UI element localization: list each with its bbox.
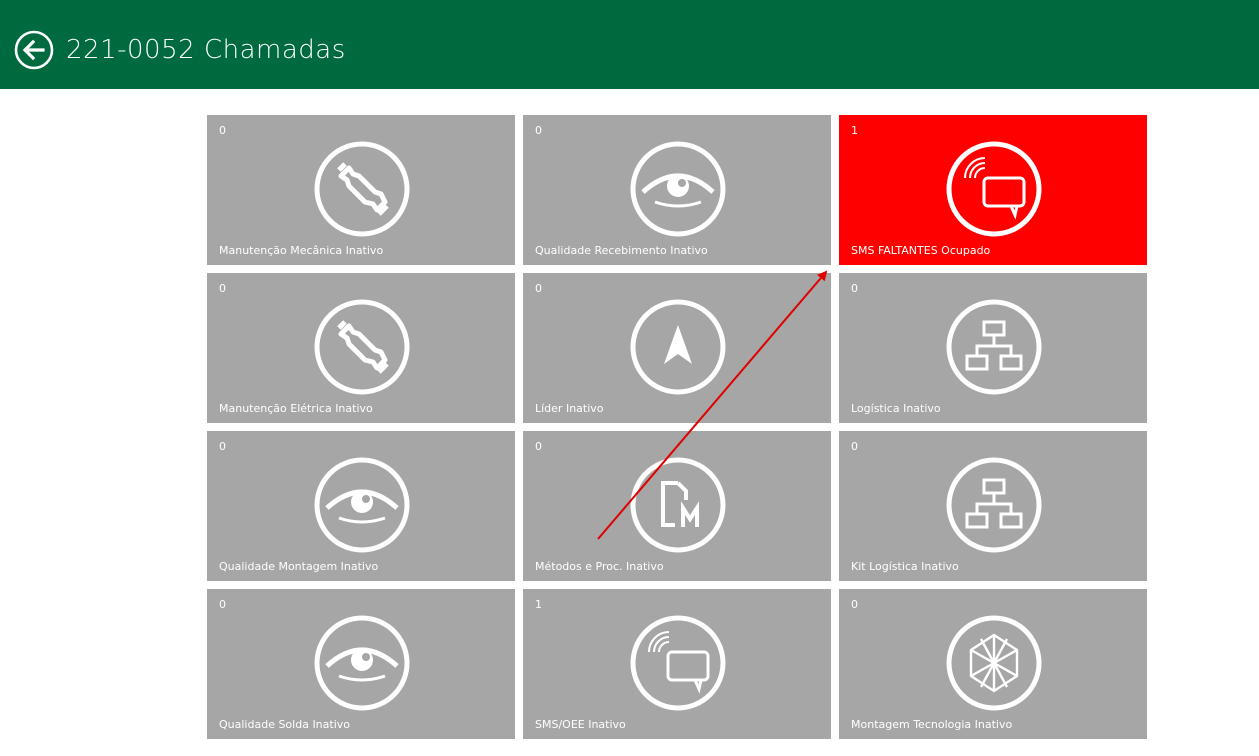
tile-count: 0	[219, 598, 226, 611]
network-star-icon	[945, 614, 1043, 712]
navigation-arrow-icon	[629, 298, 727, 396]
tile-label: Líder Inativo	[535, 402, 604, 415]
wrench-icon	[313, 298, 411, 396]
tile-label: Manutenção Mecânica Inativo	[219, 244, 384, 257]
tile-count: 0	[219, 440, 226, 453]
tile-label: Qualidade Montagem Inativo	[219, 560, 379, 573]
tile-label: Qualidade Solda Inativo	[219, 718, 351, 731]
tile-qualidade-recebimento[interactable]: 0 Qualidade Recebimento Inativo	[523, 115, 831, 265]
tile-label: Qualidade Recebimento Inativo	[535, 244, 708, 257]
tile-qualidade-solda[interactable]: 0 Qualidade Solda Inativo	[207, 589, 515, 739]
tile-montagem-tecnologia[interactable]: 0 Montagem Tecnologia Inativo	[839, 589, 1147, 739]
tile-count: 0	[219, 124, 226, 137]
chat-signal-icon	[945, 140, 1043, 238]
tile-count: 0	[219, 282, 226, 295]
app-header: 221-0052 Chamadas	[0, 0, 1259, 89]
tile-label: Montagem Tecnologia Inativo	[851, 718, 1013, 731]
wrench-icon	[313, 140, 411, 238]
tile-metodos-proc[interactable]: 0 Métodos e Proc. Inativo	[523, 431, 831, 581]
tile-count: 1	[535, 598, 542, 611]
tile-sms-faltantes[interactable]: 1 SMS FALTANTES Ocupado	[839, 115, 1147, 265]
tile-label: SMS FALTANTES Ocupado	[851, 244, 991, 257]
tile-sms-oee[interactable]: 1 SMS/OEE Inativo	[523, 589, 831, 739]
tile-label: SMS/OEE Inativo	[535, 718, 626, 731]
tile-kit-logistica[interactable]: 0 Kit Logística Inativo	[839, 431, 1147, 581]
tile-label: Métodos e Proc. Inativo	[535, 560, 664, 573]
tile-count: 0	[535, 124, 542, 137]
org-chart-icon	[945, 456, 1043, 554]
eye-icon	[313, 614, 411, 712]
tile-manutencao-mecanica[interactable]: 0 Manutenção Mecânica Inativo	[207, 115, 515, 265]
tile-lider[interactable]: 0 Líder Inativo	[523, 273, 831, 423]
org-chart-icon	[945, 298, 1043, 396]
eye-icon	[629, 140, 727, 238]
tile-count: 0	[535, 440, 542, 453]
eye-icon	[313, 456, 411, 554]
tile-count: 1	[851, 124, 858, 137]
tile-label: Kit Logística Inativo	[851, 560, 959, 573]
tile-count: 0	[851, 282, 858, 295]
tile-count: 0	[851, 440, 858, 453]
document-m-icon	[629, 456, 727, 554]
tile-label: Manutenção Elétrica Inativo	[219, 402, 373, 415]
back-arrow-icon	[14, 30, 54, 70]
tile-manutencao-eletrica[interactable]: 0 Manutenção Elétrica Inativo	[207, 273, 515, 423]
page-title: 221-0052 Chamadas	[66, 35, 346, 65]
tile-label: Logística Inativo	[851, 402, 941, 415]
tile-count: 0	[851, 598, 858, 611]
chat-signal-icon	[629, 614, 727, 712]
tile-count: 0	[535, 282, 542, 295]
tile-logistica[interactable]: 0 Logística Inativo	[839, 273, 1147, 423]
back-button[interactable]	[14, 30, 54, 70]
tile-qualidade-montagem[interactable]: 0 Qualidade Montagem Inativo	[207, 431, 515, 581]
